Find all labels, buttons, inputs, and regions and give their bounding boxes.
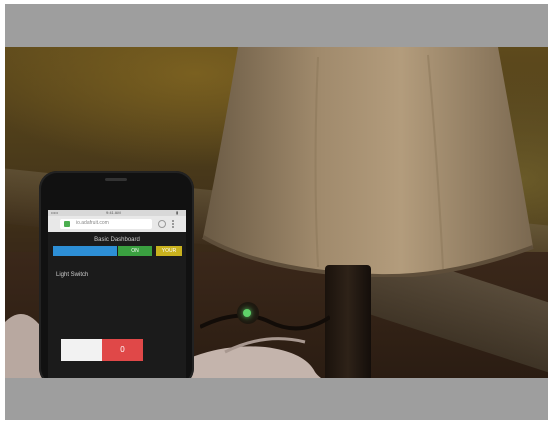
smartphone: ••••• 9:41 AM ▮ io.adafruit.com Basic Da…: [39, 171, 194, 378]
photo-scene: ••••• 9:41 AM ▮ io.adafruit.com Basic Da…: [5, 47, 548, 378]
light-switch-toggle[interactable]: 0: [61, 339, 143, 361]
reload-icon[interactable]: [158, 220, 166, 228]
lock-icon: [64, 221, 70, 227]
browser-url-bar: io.adafruit.com: [48, 216, 186, 232]
dashboard-block-1[interactable]: [53, 246, 117, 256]
dashboard-block-2[interactable]: ON: [118, 246, 152, 256]
dashboard-title: Basic Dashboard: [94, 237, 140, 243]
light-switch-label: Light Switch: [56, 272, 89, 278]
video-frame: ••••• 9:41 AM ▮ io.adafruit.com Basic Da…: [5, 4, 548, 420]
toggle-on-side[interactable]: 0: [102, 339, 143, 361]
menu-icon[interactable]: [172, 220, 177, 228]
lamp-shade-icon: [201, 47, 534, 277]
url-text: io.adafruit.com: [76, 220, 109, 226]
phone-speaker: [105, 178, 127, 181]
url-field[interactable]: io.adafruit.com: [60, 219, 152, 229]
dashboard-block-3[interactable]: YOUR: [156, 246, 182, 256]
toggle-off-side[interactable]: [61, 339, 102, 361]
